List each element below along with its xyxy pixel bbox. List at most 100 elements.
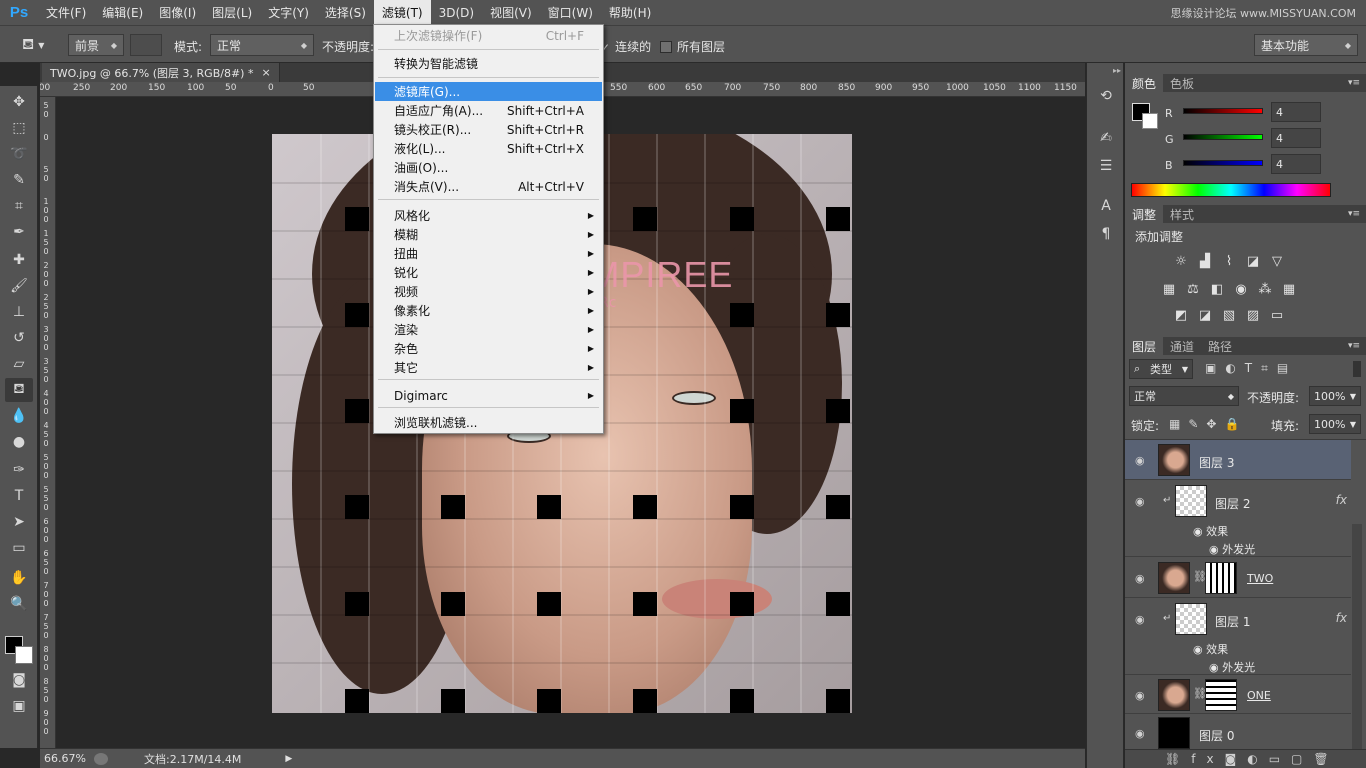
blend-mode-select[interactable]: 正常 ◆ xyxy=(1129,386,1239,406)
filter-menu-item[interactable]: 模糊 ▶ xyxy=(375,225,602,244)
visibility-eye-icon[interactable]: ◉ xyxy=(1135,727,1145,740)
blue-value-input[interactable]: 4 xyxy=(1271,154,1321,174)
hand-tool-icon[interactable]: ✋ xyxy=(5,566,33,590)
shape-tool-icon[interactable]: ▭ xyxy=(5,536,33,560)
adjustment-layer-icon[interactable]: ◐ xyxy=(1247,752,1268,766)
history-brush-tool-icon[interactable]: ↺ xyxy=(5,326,33,350)
menu-help[interactable]: 帮助(H) xyxy=(601,0,659,25)
layer-list-scrollbar[interactable] xyxy=(1352,524,1362,749)
filter-menu-item[interactable]: 其它 ▶ xyxy=(375,358,602,377)
red-slider[interactable]: R 4 xyxy=(1165,102,1365,125)
visibility-eye-icon[interactable]: ◉ xyxy=(1193,525,1203,538)
visibility-eye-icon[interactable]: ◉ xyxy=(1135,572,1145,585)
layer-row[interactable]: ◉ 图层 0 xyxy=(1125,715,1351,751)
menu-window[interactable]: 窗口(W) xyxy=(540,0,601,25)
tab-layers[interactable]: 图层 xyxy=(1125,337,1164,355)
background-color-swatch[interactable] xyxy=(15,646,33,664)
menu-filter[interactable]: 滤镜(T) xyxy=(373,0,431,25)
document-tab[interactable]: TWO.jpg @ 66.7% (图层 3, RGB/8#) * × xyxy=(42,63,280,82)
menu-select[interactable]: 选择(S) xyxy=(317,0,374,25)
dodge-tool-icon[interactable]: ● xyxy=(5,430,33,454)
filter-menu-item[interactable]: 镜头校正(R)... Shift+Ctrl+R xyxy=(375,120,602,139)
invert-icon[interactable]: ◩ xyxy=(1172,307,1190,323)
lasso-tool-icon[interactable]: ➰ xyxy=(5,142,33,166)
visibility-eye-icon[interactable]: ◉ xyxy=(1209,661,1219,674)
panel-menu-icon[interactable]: ▾≡ xyxy=(1348,78,1360,88)
status-preview-icon[interactable] xyxy=(94,752,108,765)
black-white-icon[interactable]: ◧ xyxy=(1208,281,1226,297)
layer-fill-input[interactable]: 100% ▼ xyxy=(1309,414,1361,434)
visibility-eye-icon[interactable]: ◉ xyxy=(1209,543,1219,556)
green-gradient-bar[interactable] xyxy=(1183,134,1263,140)
filter-menu-item[interactable]: 油画(O)... xyxy=(375,158,602,177)
type-tool-icon[interactable]: T xyxy=(5,484,33,508)
gradient-map-icon[interactable]: ▭ xyxy=(1268,307,1286,323)
tab-styles[interactable]: 样式 xyxy=(1163,205,1201,223)
brush-tool-icon[interactable]: 🖌 xyxy=(5,274,33,298)
collapse-arrows-icon[interactable]: ▸▸ xyxy=(1087,66,1125,75)
channel-mixer-icon[interactable]: ⁂ xyxy=(1256,281,1274,297)
vibrance-icon[interactable]: ▽ xyxy=(1268,253,1286,269)
filter-menu-item[interactable]: 消失点(V)... Alt+Ctrl+V xyxy=(375,177,602,196)
background-color-swatch[interactable] xyxy=(1142,113,1158,129)
brush-panel-icon[interactable]: ✍ xyxy=(1095,127,1117,149)
menu-view[interactable]: 视图(V) xyxy=(482,0,540,25)
photo-filter-icon[interactable]: ◉ xyxy=(1232,281,1250,297)
visibility-eye-icon[interactable]: ◉ xyxy=(1135,454,1145,467)
pattern-picker[interactable] xyxy=(130,34,162,56)
layers-footer-buttons[interactable]: ⛓ fx ◙ ◐ ▭ ▢ 🗑 xyxy=(1125,749,1366,768)
layer-row[interactable]: ◉ ⛓ TWO xyxy=(1125,558,1351,598)
color-balance-icon[interactable]: ⚖ xyxy=(1184,281,1202,297)
quick-mask-icon[interactable]: ◙ xyxy=(5,668,33,692)
filter-menu-item[interactable]: 浏览联机滤镜... xyxy=(375,413,602,432)
layer-opacity-input[interactable]: 100% ▼ xyxy=(1309,386,1361,406)
outer-glow-effect[interactable]: ◉ 外发光 xyxy=(1209,541,1255,557)
eyedropper-tool-icon[interactable]: ✒ xyxy=(5,220,33,244)
outer-glow-effect[interactable]: ◉ 外发光 xyxy=(1209,659,1255,675)
green-value-input[interactable]: 4 xyxy=(1271,128,1321,148)
mode-select[interactable]: 正常 ◆ xyxy=(210,34,314,56)
layer-mask-thumbnail[interactable] xyxy=(1205,562,1237,594)
tab-channels[interactable]: 通道 xyxy=(1163,337,1201,355)
path-select-tool-icon[interactable]: ➤ xyxy=(5,510,33,534)
selective-color-icon[interactable]: ▨ xyxy=(1244,307,1262,323)
layer-row[interactable]: ◉ 图层 3 xyxy=(1125,440,1351,480)
new-layer-icon[interactable]: ▢ xyxy=(1291,752,1313,766)
filter-menu-item[interactable]: 转换为智能滤镜 xyxy=(375,54,602,73)
curves-icon[interactable]: ⌇ xyxy=(1220,253,1238,269)
color-lookup-icon[interactable]: ▦ xyxy=(1280,281,1298,297)
menu-image[interactable]: 图像(I) xyxy=(151,0,204,25)
marquee-tool-icon[interactable]: ⬚ xyxy=(5,116,33,140)
filter-menu-item[interactable]: 风格化 ▶ xyxy=(375,206,602,225)
tab-color[interactable]: 颜色 xyxy=(1125,74,1164,92)
filter-menu-item[interactable]: 锐化 ▶ xyxy=(375,263,602,282)
layer-row[interactable]: ◉ ⛓ ONE xyxy=(1125,676,1351,714)
brush-presets-icon[interactable]: ☰ xyxy=(1095,155,1117,177)
eraser-tool-icon[interactable]: ▱ xyxy=(5,352,33,376)
visibility-eye-icon[interactable]: ◉ xyxy=(1193,643,1203,656)
filter-toggle[interactable] xyxy=(1353,361,1361,377)
layer-filter-icons[interactable]: ▣◐T⌗▤ xyxy=(1205,361,1297,376)
quick-select-tool-icon[interactable]: ✎ xyxy=(5,168,33,192)
filter-menu-item[interactable]: 渲染 ▶ xyxy=(375,320,602,339)
all-layers-checkbox[interactable]: 所有图层 xyxy=(660,38,725,55)
tab-paths[interactable]: 路径 xyxy=(1201,337,1239,355)
menu-type[interactable]: 文字(Y) xyxy=(260,0,317,25)
paint-bucket-tool-preset[interactable]: ⛾ ▼ xyxy=(22,35,44,55)
trash-icon[interactable]: 🗑 xyxy=(1313,752,1339,766)
blue-gradient-bar[interactable] xyxy=(1183,160,1263,166)
hue-saturation-icon[interactable]: ▦ xyxy=(1160,281,1178,297)
fx-icon[interactable]: fx xyxy=(1336,611,1347,625)
blue-slider[interactable]: B 4 xyxy=(1165,154,1365,177)
paint-bucket-tool-icon[interactable]: ⛾ xyxy=(5,378,33,402)
visibility-eye-icon[interactable]: ◉ xyxy=(1135,495,1145,508)
workspace-select[interactable]: 基本功能 ◆ xyxy=(1254,34,1358,56)
green-slider[interactable]: G 4 xyxy=(1165,128,1365,151)
paragraph-panel-icon[interactable]: ¶ xyxy=(1095,223,1117,245)
filter-menu-item[interactable]: 液化(L)... Shift+Ctrl+X xyxy=(375,139,602,158)
status-menu-arrow-icon[interactable]: ▶ xyxy=(285,754,292,764)
layer-row[interactable]: ◉ ↵ 图层 1 fx ◉ 效果 ◉ 外发光 xyxy=(1125,599,1351,675)
filter-menu-item[interactable]: 滤镜库(G)... xyxy=(375,82,602,101)
zoom-readout[interactable]: 66.67% xyxy=(44,752,94,765)
new-group-icon[interactable]: ▭ xyxy=(1269,752,1291,766)
